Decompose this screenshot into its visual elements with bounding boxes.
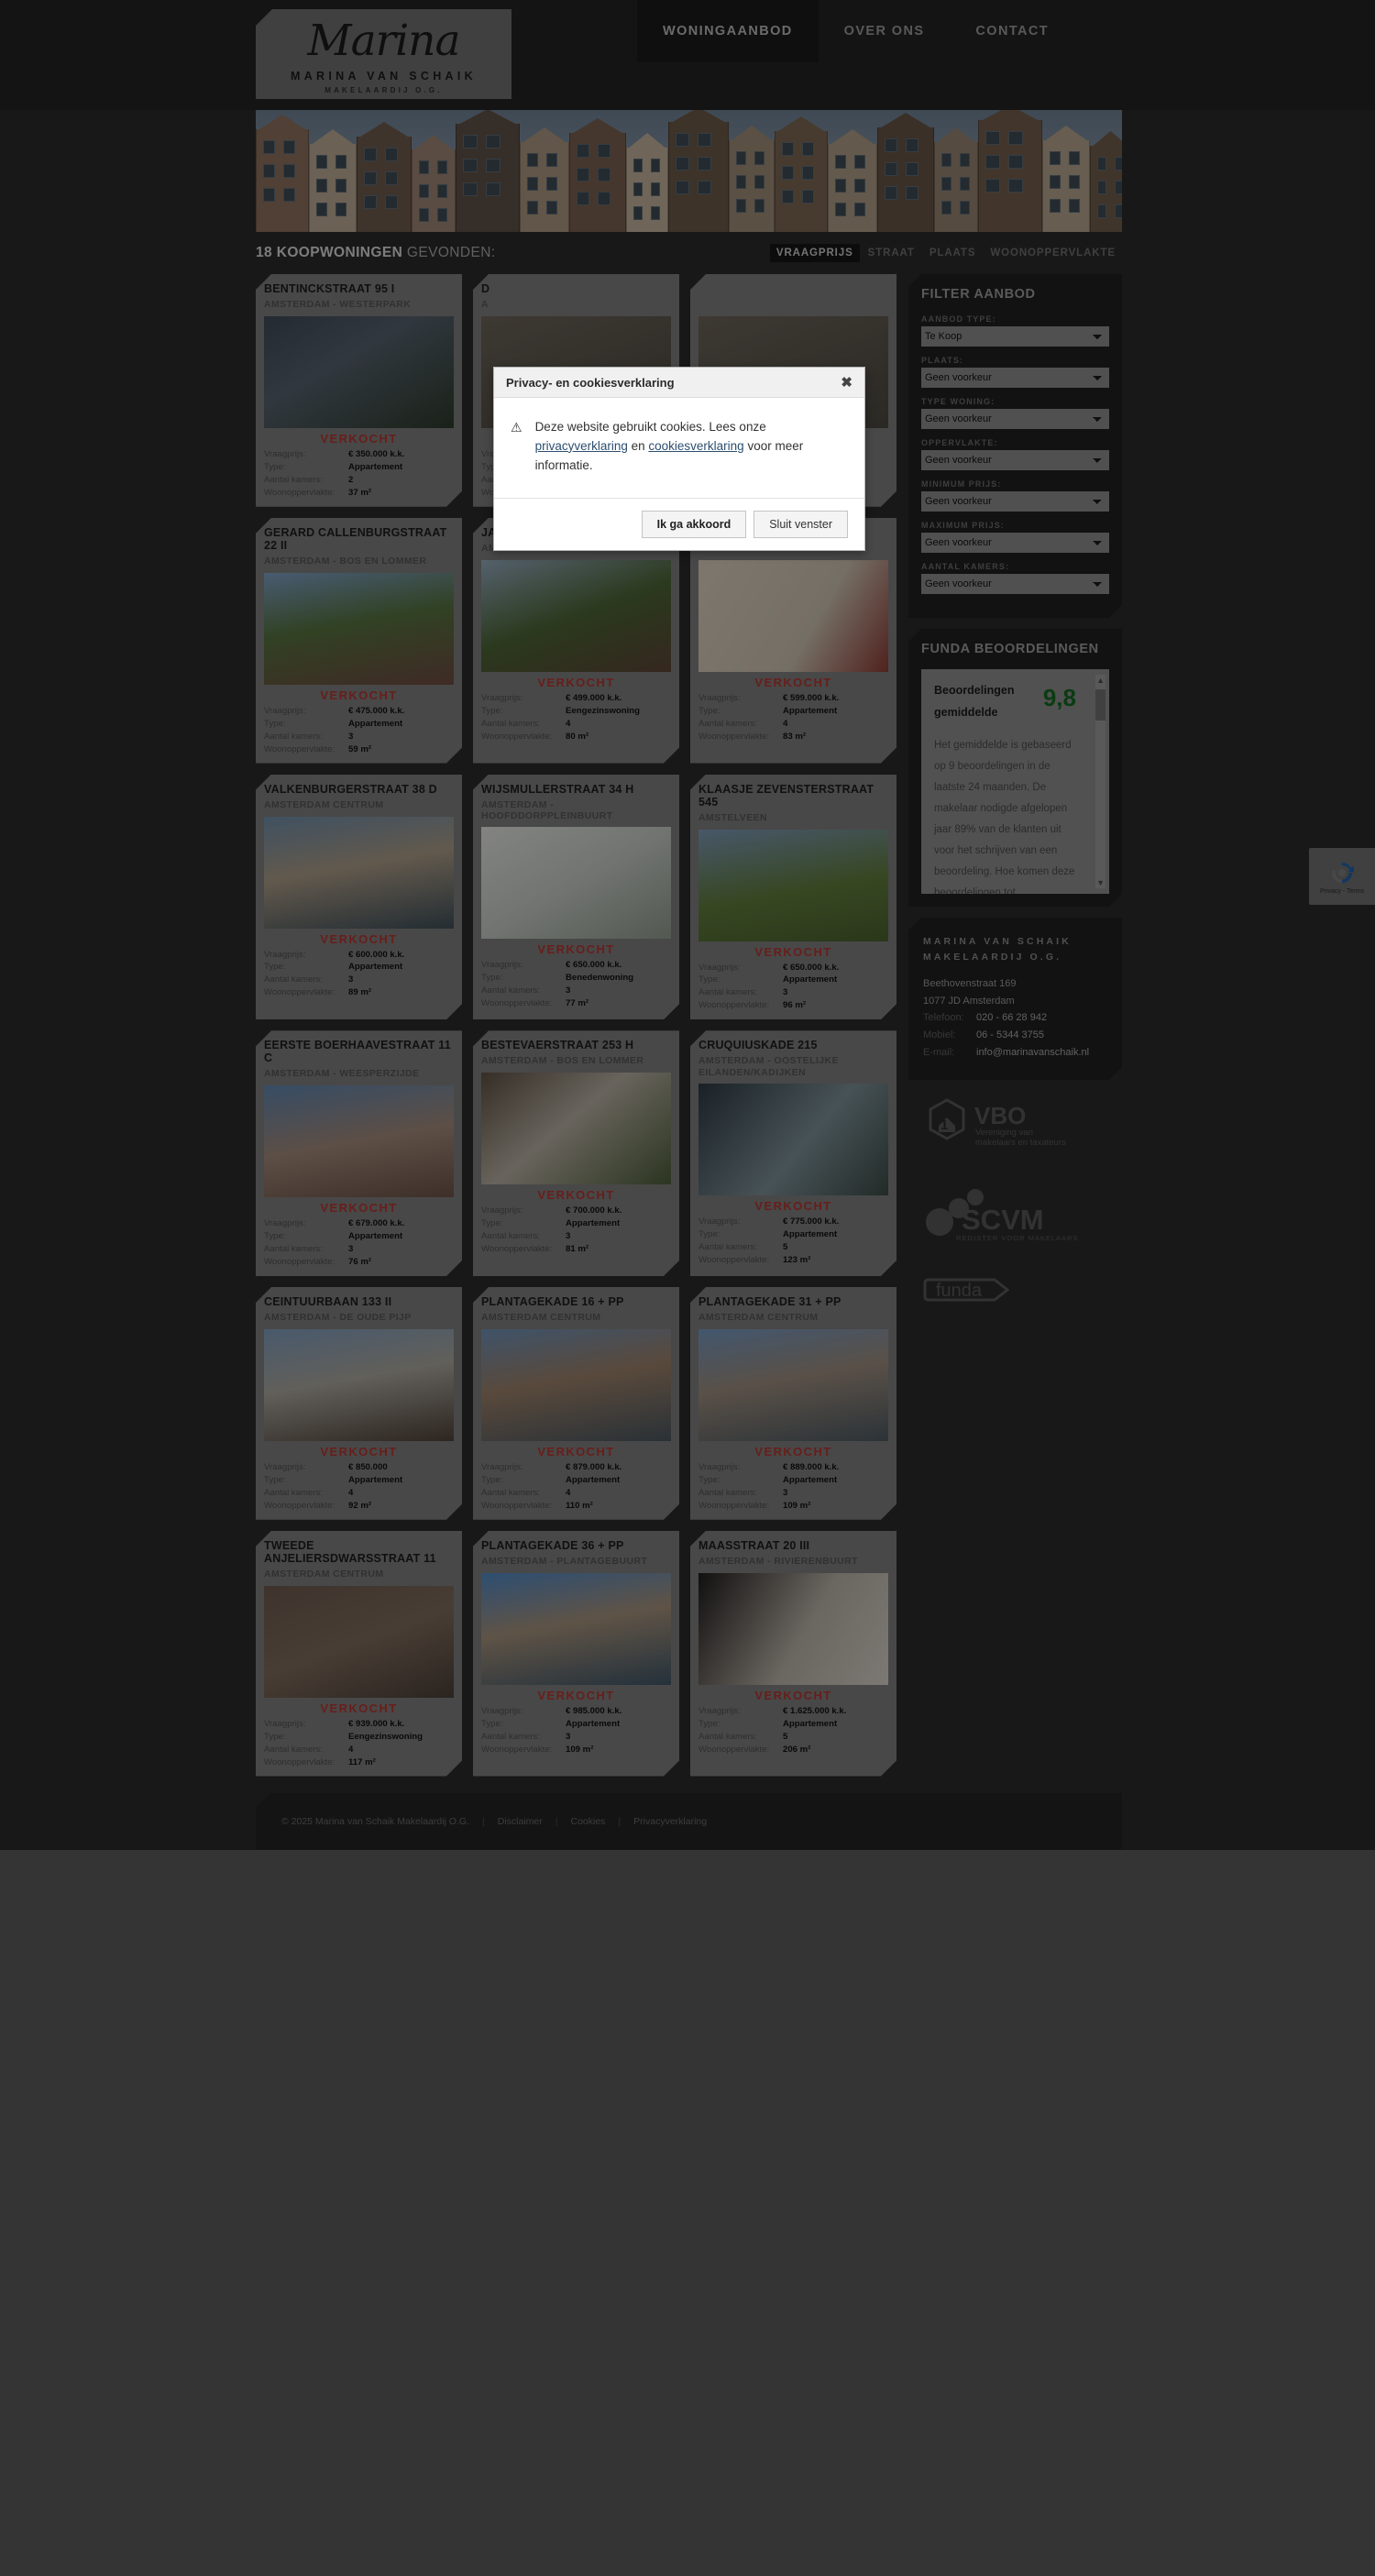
privacy-statement-link[interactable]: privacyverklaring: [535, 439, 628, 453]
dialog-message-part2: en: [627, 438, 649, 453]
cookie-consent-dialog: Privacy- en cookiesverklaring ✖ ⚠ Deze w…: [493, 367, 865, 551]
cookie-statement-link[interactable]: cookiesverklaring: [648, 439, 743, 453]
close-icon[interactable]: ✖: [841, 376, 852, 390]
accept-cookies-button[interactable]: Ik ga akkoord: [641, 510, 747, 538]
close-dialog-button[interactable]: Sluit venster: [754, 510, 848, 538]
dialog-message-part1: Deze website gebruikt cookies. Lees onze: [534, 420, 766, 434]
dialog-header: Privacy- en cookiesverklaring ✖: [494, 368, 864, 398]
dialog-title: Privacy- en cookiesverklaring: [506, 375, 675, 390]
dialog-message: Deze website gebruikt cookies. Lees onze…: [535, 418, 848, 476]
warning-icon: ⚠: [511, 420, 522, 435]
dialog-footer: Ik ga akkoord Sluit venster: [494, 499, 864, 550]
page-root: Marina MARINA VAN SCHAIK MAKELAARDIJ O.G…: [0, 0, 1375, 2576]
dialog-body: ⚠ Deze website gebruikt cookies. Lees on…: [494, 398, 864, 499]
